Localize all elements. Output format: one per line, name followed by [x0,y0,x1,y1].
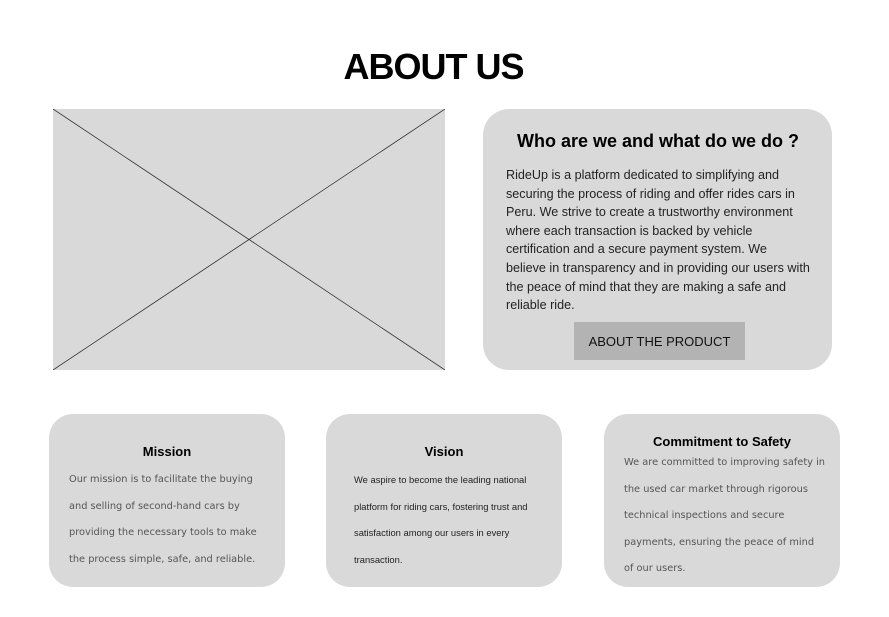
about-intro-card: Who are we and what do we do ? RideUp is… [483,109,832,370]
image-placeholder-icon [53,109,445,370]
vision-card: Vision We aspire to become the leading n… [326,414,562,587]
page-title: ABOUT US [343,46,525,87]
about-the-product-button[interactable]: ABOUT THE PRODUCT [574,322,745,360]
mission-body: Our mission is to facilitate the buying … [69,474,257,565]
safety-title: Commitment to Safety [653,434,791,449]
safety-card: Commitment to Safety We are committed to… [604,414,840,587]
mission-title: Mission [142,444,192,459]
intro-body: RideUp is a platform dedicated to simpli… [506,168,810,313]
vision-body: We aspire to become the leading national… [354,474,528,565]
intro-heading: Who are we and what do we do ? [516,131,799,151]
placeholder-cross [53,109,445,370]
safety-body: We are committed to improving safety in … [624,457,826,574]
vision-title: Vision [424,444,464,459]
mission-card: Mission Our mission is to facilitate the… [49,414,285,587]
